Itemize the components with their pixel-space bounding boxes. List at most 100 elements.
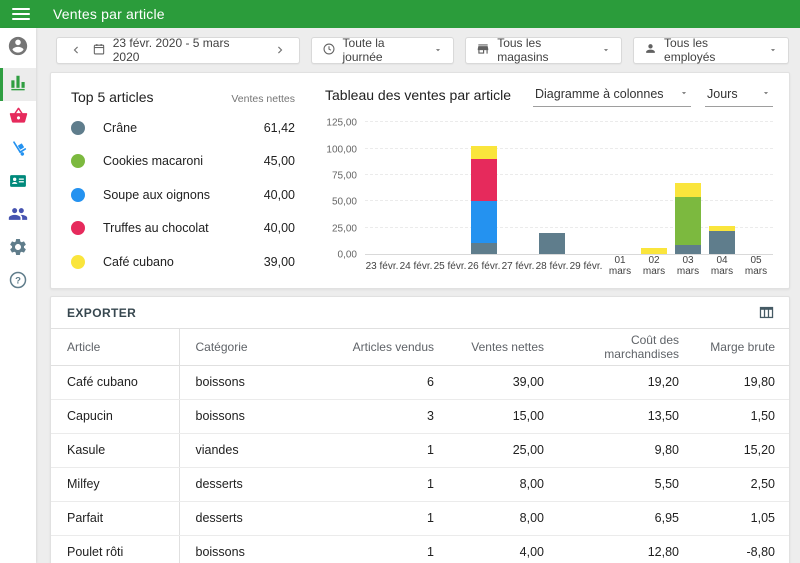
table-header-row: Article Catégorie Articles vendus Ventes ne… bbox=[51, 329, 789, 366]
top5-item: Truffes au chocolat 40,00 bbox=[71, 212, 295, 246]
top5-value-header: Ventes nettes bbox=[231, 93, 295, 105]
chevron-right-icon[interactable] bbox=[271, 43, 289, 57]
cell-article: Café cubano bbox=[51, 365, 180, 400]
series-color-dot bbox=[71, 254, 85, 269]
cell: 6,95 bbox=[556, 501, 691, 536]
top5-item-label: Crâne bbox=[103, 120, 138, 135]
top5-item: Cookies macaroni 45,00 bbox=[71, 145, 295, 179]
clock-icon bbox=[322, 42, 336, 59]
cell: 19,80 bbox=[691, 365, 789, 400]
table-row[interactable]: Kasule viandes 1 25,00 9,80 15,20 bbox=[51, 433, 789, 468]
top5-item-label: Soupe aux oignons bbox=[103, 187, 211, 202]
person-icon bbox=[644, 42, 657, 58]
table-row[interactable]: Poulet rôti boissons 1 4,00 12,80 -8,80 bbox=[51, 535, 789, 563]
y-tick-label: 25,00 bbox=[331, 223, 357, 235]
chart-panel: Tableau des ventes par article Diagramme… bbox=[313, 73, 789, 288]
top5-item: Soupe aux oignons 40,00 bbox=[71, 178, 295, 212]
bar-segment[interactable] bbox=[675, 244, 701, 254]
cell: 5,50 bbox=[556, 467, 691, 502]
cell: desserts bbox=[179, 501, 331, 536]
cell-article: Poulet rôti bbox=[51, 535, 180, 563]
caret-down-icon bbox=[601, 45, 611, 55]
x-tick-label: 26 févr. bbox=[467, 260, 501, 272]
top5-item-value: 40,00 bbox=[263, 187, 295, 202]
basket-icon bbox=[9, 106, 28, 130]
stacked-bar-chart: 0,00 25,00 50,00 75,00 100,00 125,00 23 févr.… bbox=[321, 117, 773, 277]
top5-item-value: 39,00 bbox=[263, 254, 295, 269]
cell: 12,80 bbox=[556, 535, 691, 563]
column-header[interactable]: Ventes nettes bbox=[446, 329, 556, 366]
cell: 15,20 bbox=[691, 433, 789, 468]
date-range-picker[interactable]: 23 févr. 2020 - 5 mars 2020 bbox=[56, 36, 300, 64]
column-header[interactable]: Coût des marchandises bbox=[556, 329, 691, 366]
top5-item-label: Cookies macaroni bbox=[103, 154, 204, 169]
top5-list: Crâne 61,42 Cookies macaroni 45,00 Soupe aux… bbox=[71, 111, 295, 279]
sidebar-item-help[interactable]: ? bbox=[0, 266, 36, 299]
help-icon: ? bbox=[8, 270, 28, 295]
time-filter-button[interactable]: Toute la journée bbox=[310, 36, 455, 64]
bar-slot bbox=[535, 121, 569, 254]
bar-segment[interactable] bbox=[539, 232, 565, 254]
top5-panel: Top 5 articles Ventes nettes Crâne 61,42 C… bbox=[51, 73, 313, 288]
gear-icon bbox=[8, 237, 28, 262]
svg-text:?: ? bbox=[15, 275, 21, 286]
cell: 3 bbox=[331, 399, 446, 434]
x-tick-label: 01 mars bbox=[608, 255, 632, 277]
cell: 1 bbox=[331, 467, 446, 502]
view-columns-icon[interactable] bbox=[758, 304, 775, 321]
chart-type-select[interactable]: Diagramme à colonnes bbox=[533, 87, 691, 107]
sidebar-item-settings[interactable] bbox=[0, 233, 36, 266]
bar-slot bbox=[739, 121, 773, 254]
cell: 6 bbox=[331, 365, 446, 400]
y-axis: 0,00 25,00 50,00 75,00 100,00 125,00 bbox=[321, 117, 365, 261]
chart-period-select[interactable]: Jours bbox=[705, 87, 773, 107]
employee-filter-button[interactable]: Tous les employés bbox=[633, 36, 789, 64]
y-tick-label: 125,00 bbox=[326, 117, 357, 129]
sidebar-item-customers[interactable] bbox=[0, 200, 36, 233]
bar-segment[interactable] bbox=[471, 243, 497, 254]
bar-segment[interactable] bbox=[709, 230, 735, 254]
bar-segment[interactable] bbox=[675, 183, 701, 197]
export-button[interactable]: EXPORTER bbox=[67, 306, 136, 320]
bar-chart-icon bbox=[8, 72, 28, 97]
top5-item: Café cubano 39,00 bbox=[71, 245, 295, 279]
page-title: Ventes par article bbox=[53, 6, 165, 22]
bar-slot bbox=[501, 121, 535, 254]
cell: 15,00 bbox=[446, 399, 556, 434]
sidebar-item-account[interactable] bbox=[0, 28, 36, 68]
cell: 1 bbox=[331, 535, 446, 563]
table-row[interactable]: Parfait desserts 1 8,00 6,95 1,05 bbox=[51, 501, 789, 536]
cell: -8,80 bbox=[691, 535, 789, 563]
menu-icon[interactable] bbox=[12, 8, 30, 20]
bar-segment[interactable] bbox=[675, 197, 701, 245]
sidebar-item-items[interactable] bbox=[0, 101, 36, 134]
x-axis: 23 févr. 24 févr. 25 févr. 26 févr. 27 févr.… bbox=[365, 255, 773, 277]
column-header[interactable]: Catégorie bbox=[179, 329, 331, 366]
cell: 1,50 bbox=[691, 399, 789, 434]
table-row[interactable]: Capucin boissons 3 15,00 13,50 1,50 bbox=[51, 399, 789, 434]
sidebar-item-employees[interactable] bbox=[0, 167, 36, 200]
store-filter-label: Tous les magasins bbox=[497, 36, 549, 64]
sales-by-item-table: Article Catégorie Articles vendus Ventes ne… bbox=[51, 329, 789, 563]
sidebar-item-inventory[interactable] bbox=[0, 134, 36, 167]
stacked-bar bbox=[471, 146, 497, 254]
bar-segment[interactable] bbox=[641, 247, 667, 254]
bar-segment[interactable] bbox=[471, 146, 497, 160]
cell: 1 bbox=[331, 501, 446, 536]
column-header[interactable]: Article bbox=[51, 329, 180, 366]
table-row[interactable]: Café cubano boissons 6 39,00 19,20 19,80 bbox=[51, 365, 789, 400]
series-color-dot bbox=[71, 120, 85, 135]
x-tick-label: 23 févr. bbox=[365, 260, 399, 272]
bar-segment[interactable] bbox=[471, 201, 497, 244]
people-icon bbox=[8, 204, 28, 229]
sidebar-item-reports[interactable] bbox=[0, 68, 36, 101]
store-filter-button[interactable]: Tous les magasins bbox=[465, 36, 623, 64]
bar-slot bbox=[671, 121, 705, 254]
chevron-left-icon[interactable] bbox=[67, 43, 85, 57]
top5-item-label: Café cubano bbox=[103, 254, 174, 269]
column-header[interactable]: Marge brute bbox=[691, 329, 789, 366]
table-row[interactable]: Milfey desserts 1 8,00 5,50 2,50 bbox=[51, 467, 789, 502]
column-header[interactable]: Articles vendus bbox=[331, 329, 446, 366]
bar-segment[interactable] bbox=[471, 159, 497, 202]
top5-item-value: 45,00 bbox=[263, 154, 295, 169]
